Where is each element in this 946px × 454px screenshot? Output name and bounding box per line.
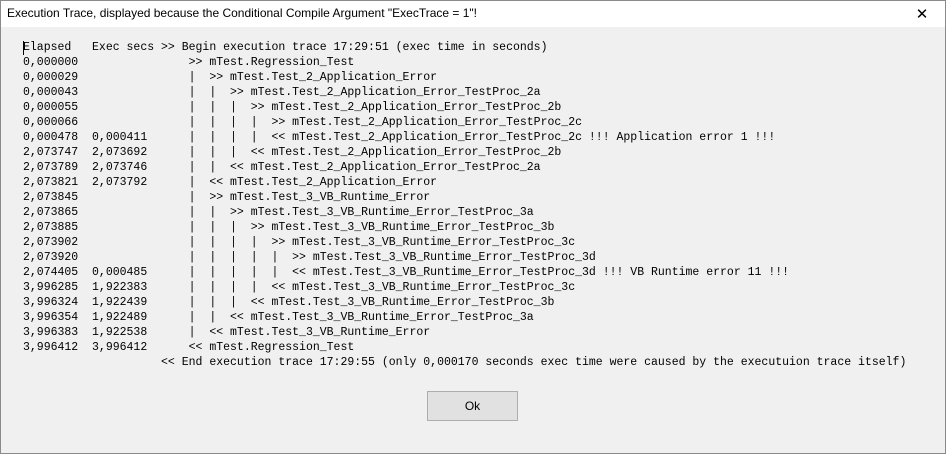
trace-line: 0,000066 | | | | >> mTest.Test_2_Applica… bbox=[23, 116, 582, 129]
trace-line: 0,000043 | | >> mTest.Test_2_Application… bbox=[23, 86, 541, 99]
trace-line: Elapsed Exec secs >> Begin execution tra… bbox=[23, 41, 548, 54]
trace-line: 2,073902 | | | | >> mTest.Test_3_VB_Runt… bbox=[23, 236, 576, 249]
trace-line: 2,073821 2,073792 | << mTest.Test_2_Appl… bbox=[23, 176, 438, 189]
trace-line: 3,996324 1,922439 | | | << mTest.Test_3_… bbox=[23, 296, 555, 309]
close-icon[interactable]: ✕ bbox=[899, 1, 945, 27]
text-caret bbox=[23, 41, 24, 55]
ok-button[interactable]: Ok bbox=[427, 391, 518, 421]
trace-line: 2,073747 2,073692 | | | << mTest.Test_2_… bbox=[23, 146, 562, 159]
trace-line: 0,000000 >> mTest.Regression_Test bbox=[23, 56, 355, 69]
trace-output[interactable]: Elapsed Exec secs >> Begin execution tra… bbox=[23, 40, 941, 370]
trace-line: 2,073885 | | | >> mTest.Test_3_VB_Runtim… bbox=[23, 221, 555, 234]
trace-line: 0,000478 0,000411 | | | | << mTest.Test_… bbox=[23, 131, 776, 144]
trace-line: 2,073920 | | | | | >> mTest.Test_3_VB_Ru… bbox=[23, 251, 596, 264]
trace-line: 2,073865 | | >> mTest.Test_3_VB_Runtime_… bbox=[23, 206, 534, 219]
title-bar[interactable]: Execution Trace, displayed because the C… bbox=[1, 1, 945, 27]
trace-line: << End execution trace 17:29:55 (only 0,… bbox=[23, 356, 907, 369]
trace-line: 2,073789 2,073746 | | << mTest.Test_2_Ap… bbox=[23, 161, 541, 174]
trace-dialog: Execution Trace, displayed because the C… bbox=[0, 0, 946, 454]
trace-line: 3,996285 1,922383 | | | | << mTest.Test_… bbox=[23, 281, 576, 294]
trace-line: 3,996354 1,922489 | | << mTest.Test_3_VB… bbox=[23, 311, 534, 324]
trace-line: 0,000055 | | | >> mTest.Test_2_Applicati… bbox=[23, 101, 562, 114]
window-title: Execution Trace, displayed because the C… bbox=[7, 6, 477, 20]
trace-line: 2,074405 0,000485 | | | | | << mTest.Tes… bbox=[23, 266, 790, 279]
trace-line: 3,996412 3,996412 << mTest.Regression_Te… bbox=[23, 341, 355, 354]
trace-line: 0,000029 | >> mTest.Test_2_Application_E… bbox=[23, 71, 438, 84]
trace-line: 2,073845 | >> mTest.Test_3_VB_Runtime_Er… bbox=[23, 191, 431, 204]
trace-line: 3,996383 1,922538 | << mTest.Test_3_VB_R… bbox=[23, 326, 431, 339]
